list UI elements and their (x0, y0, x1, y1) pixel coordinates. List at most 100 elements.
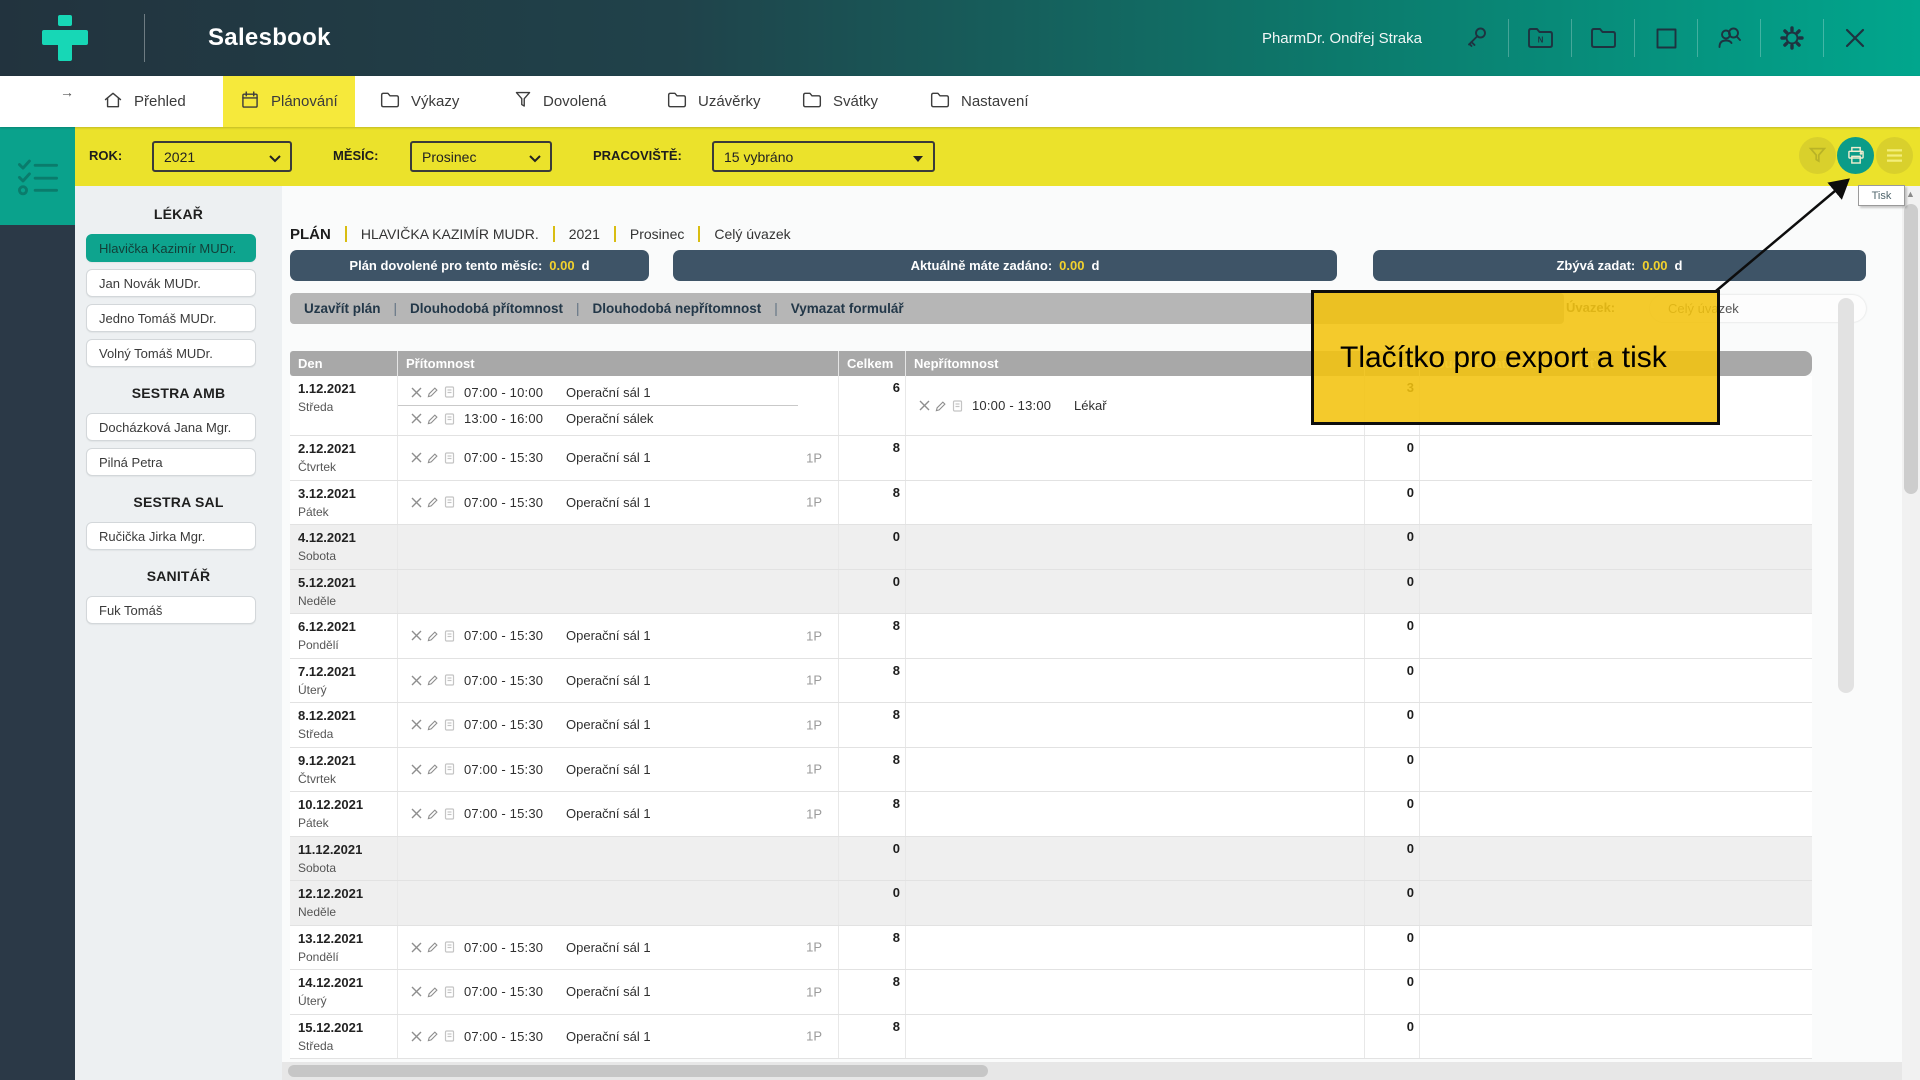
workplace-count-badge: 1P (806, 940, 822, 955)
checklist-icon[interactable] (0, 127, 75, 225)
workplace-count-badge: 1P (806, 762, 822, 777)
delete-entry-icon[interactable] (411, 986, 422, 997)
header-separator (1823, 19, 1824, 57)
tab-výkazy[interactable]: Výkazy (363, 76, 476, 127)
entry-time: 07:00 - 15:30 (464, 762, 552, 777)
staff-item[interactable]: Fuk Tomáš (86, 596, 256, 624)
other-workplaces-cell (1420, 570, 1808, 614)
delete-entry-icon[interactable] (411, 413, 422, 424)
edit-entry-icon[interactable] (427, 1030, 439, 1042)
horizontal-scrollbar-thumb[interactable] (288, 1065, 988, 1077)
entry-time: 07:00 - 15:30 (464, 717, 552, 732)
presence-entry: 07:00 - 15:30Operační sál 1 (398, 445, 838, 471)
delete-entry-icon[interactable] (411, 387, 422, 398)
breadcrumb-item: PLÁN (290, 226, 331, 243)
other-workplaces-cell (1420, 970, 1808, 1014)
delete-entry-icon[interactable] (919, 400, 930, 411)
edit-entry-icon[interactable] (427, 496, 439, 508)
staff-item[interactable]: Docházková Jana Mgr. (86, 413, 256, 441)
vertical-scrollbar-thumb[interactable] (1904, 204, 1918, 494)
presence-entry: 07:00 - 15:30Operační sál 1 (398, 667, 838, 693)
folder-n-icon[interactable]: N (1525, 23, 1555, 53)
presence-cell: 07:00 - 15:30Operační sál 11P (398, 792, 839, 836)
entry-time: 07:00 - 15:30 (464, 806, 552, 821)
other-workplaces-cell (1420, 659, 1808, 703)
tab-nastavení[interactable]: Nastavení (913, 76, 1046, 127)
horizontal-scrollbar[interactable] (282, 1062, 1902, 1080)
tab-plánování[interactable]: Plánování (223, 76, 355, 127)
presence-entry: 07:00 - 15:30Operační sál 1 (398, 712, 838, 738)
close-icon[interactable] (1840, 23, 1870, 53)
staff-item[interactable]: Pilná Petra (86, 448, 256, 476)
workplace-count-badge: 1P (806, 717, 822, 732)
weekday-label: Pátek (298, 816, 397, 830)
weekday-label: Pondělí (298, 638, 397, 652)
edit-entry-icon[interactable] (427, 452, 439, 464)
delete-entry-icon[interactable] (411, 808, 422, 819)
staff-panel: LÉKAŘHlavička Kazimír MUDr.Jan Novák MUD… (75, 186, 282, 1080)
date-label: 3.12.2021 (298, 486, 397, 501)
delete-entry-icon[interactable] (411, 1031, 422, 1042)
tab-dovolená[interactable]: Dovolená (497, 76, 623, 127)
pracoviste-select[interactable]: 15 vybráno (712, 141, 935, 172)
presence-entry: 07:00 - 15:30Operační sál 1 (398, 756, 838, 782)
toolbar-action[interactable]: Dlouhodobá nepřítomnost (593, 301, 762, 316)
folder-icon[interactable] (1588, 23, 1618, 53)
toolbar-action[interactable]: Uzavřít plán (304, 301, 381, 316)
delete-entry-icon[interactable] (411, 497, 422, 508)
square-icon[interactable] (1651, 23, 1681, 53)
edit-entry-icon[interactable] (427, 763, 439, 775)
header-divider (144, 14, 145, 62)
filter-bar: ROK: 2021 MĚSÍC: Prosinec PRACOVIŠTĚ: 15… (75, 127, 1920, 186)
absence-total-cell: 0 (1365, 525, 1420, 569)
staff-item[interactable]: Hlavička Kazimír MUDr. (86, 234, 256, 262)
delete-entry-icon[interactable] (411, 764, 422, 775)
staff-item[interactable]: Jan Novák MUDr. (86, 269, 256, 297)
toolbar-separator: | (576, 301, 580, 316)
presence-cell (398, 837, 839, 881)
delete-entry-icon[interactable] (411, 942, 422, 953)
key-icon[interactable] (1462, 23, 1492, 53)
presence-cell (398, 525, 839, 569)
edit-entry-icon[interactable] (427, 386, 439, 398)
tab-přehled[interactable]: Přehled (86, 76, 203, 127)
gear-icon[interactable] (1777, 23, 1807, 53)
user-search-icon[interactable] (1714, 23, 1744, 53)
vertical-scrollbar[interactable]: ▲ (1902, 186, 1920, 1080)
edit-entry-icon[interactable] (427, 808, 439, 820)
menu-icon-button[interactable] (1876, 137, 1913, 174)
filter-icon-button[interactable] (1799, 137, 1836, 174)
edit-entry-icon[interactable] (427, 674, 439, 686)
edit-entry-icon[interactable] (427, 413, 439, 425)
delete-entry-icon[interactable] (411, 630, 422, 641)
edit-entry-icon[interactable] (427, 986, 439, 998)
scroll-up-icon[interactable]: ▲ (1906, 189, 1915, 199)
presence-total-cell: 0 (839, 837, 906, 881)
toolbar-action[interactable]: Vymazat formulář (791, 301, 904, 316)
absence-cell (906, 881, 1365, 925)
edit-entry-icon[interactable] (427, 941, 439, 953)
day-cell: 10.12.2021Pátek (290, 792, 398, 836)
tab-uzávěrky[interactable]: Uzávěrky (650, 76, 778, 127)
staff-item[interactable]: Ručička Jirka Mgr. (86, 522, 256, 550)
collapse-arrow-icon[interactable]: → (60, 84, 74, 100)
toolbar-action[interactable]: Dlouhodobá přítomnost (410, 301, 563, 316)
tab-svátky[interactable]: Svátky (785, 76, 895, 127)
delete-entry-icon[interactable] (411, 675, 422, 686)
print-button[interactable] (1837, 137, 1874, 174)
absence-cell (906, 970, 1365, 1014)
edit-entry-icon[interactable] (935, 400, 947, 412)
presence-cell: 07:00 - 15:30Operační sál 11P (398, 748, 839, 792)
day-cell: 6.12.2021Pondělí (290, 614, 398, 658)
mesic-select[interactable]: Prosinec (410, 141, 552, 172)
staff-item[interactable]: Volný Tomáš MUDr. (86, 339, 256, 367)
rok-select[interactable]: 2021 (152, 141, 292, 172)
delete-entry-icon[interactable] (411, 452, 422, 463)
staff-item[interactable]: Jedno Tomáš MUDr. (86, 304, 256, 332)
other-workplaces-cell (1420, 748, 1808, 792)
delete-entry-icon[interactable] (411, 719, 422, 730)
day-cell: 2.12.2021Čtvrtek (290, 436, 398, 480)
inner-scrollbar-thumb[interactable] (1838, 298, 1854, 693)
edit-entry-icon[interactable] (427, 630, 439, 642)
edit-entry-icon[interactable] (427, 719, 439, 731)
